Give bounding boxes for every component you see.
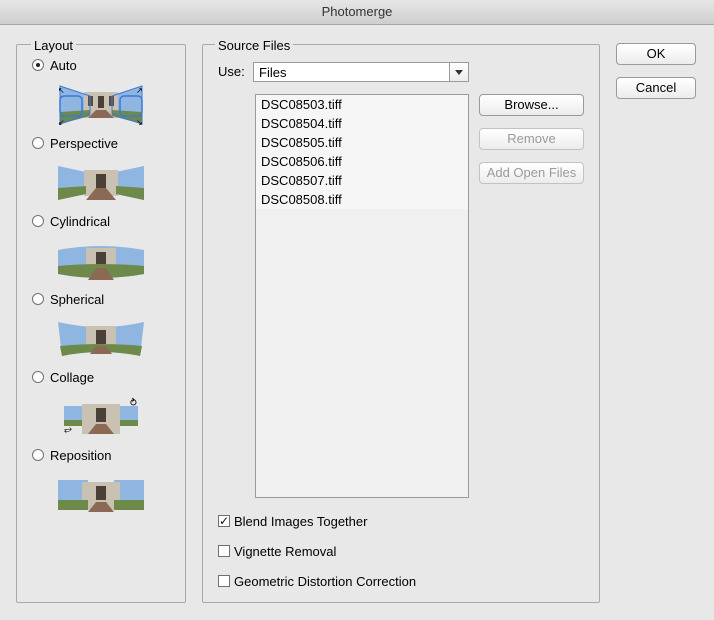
source-files-label: Source Files	[215, 38, 294, 53]
list-item[interactable]: DSC08503.tiff	[256, 95, 468, 114]
reposition-layout-preview	[58, 480, 144, 512]
list-item[interactable]: DSC08506.tiff	[256, 152, 468, 171]
perspective-layout-preview	[58, 166, 144, 200]
browse-button[interactable]: Browse...	[479, 94, 584, 116]
window-title: Photomerge	[0, 0, 714, 25]
add-open-files-button[interactable]: Add Open Files	[479, 162, 584, 184]
list-item[interactable]: DSC08508.tiff	[256, 190, 468, 209]
collage-radio[interactable]	[32, 371, 44, 383]
geometric-distortion-label: Geometric Distortion Correction	[234, 574, 417, 589]
chevron-down-icon[interactable]	[449, 63, 468, 81]
blend-images-label: Blend Images Together	[234, 514, 368, 529]
reposition-label: Reposition	[50, 448, 112, 463]
spherical-layout-preview	[58, 322, 144, 356]
vignette-removal-label: Vignette Removal	[234, 544, 337, 559]
perspective-label: Perspective	[50, 136, 118, 151]
svg-text:↖: ↖	[58, 86, 65, 95]
collage-layout-preview: ⥁ ⥂	[64, 397, 138, 435]
file-list-items: DSC08503.tiff DSC08504.tiff DSC08505.tif…	[256, 95, 468, 209]
blend-images-checkbox[interactable]	[218, 513, 230, 529]
spherical-label: Spherical	[50, 292, 105, 307]
ok-button[interactable]: OK	[616, 43, 696, 65]
geometric-distortion-checkbox[interactable]	[218, 575, 230, 587]
auto-label: Auto	[50, 58, 77, 73]
cylindrical-label: Cylindrical	[50, 214, 110, 229]
auto-layout-preview: ↖ ↗ ↙ ↘	[58, 85, 143, 126]
cylindrical-radio[interactable]	[32, 215, 44, 227]
layout-group-label: Layout	[31, 38, 77, 53]
file-list[interactable]: DSC08503.tiff DSC08504.tiff DSC08505.tif…	[255, 94, 469, 498]
vignette-removal-checkbox[interactable]	[218, 545, 230, 557]
reposition-radio[interactable]	[32, 449, 44, 461]
list-item[interactable]: DSC08507.tiff	[256, 171, 468, 190]
cancel-button[interactable]: Cancel	[616, 77, 696, 99]
svg-text:⥂: ⥂	[64, 424, 72, 435]
collage-label: Collage	[50, 370, 95, 385]
spherical-radio[interactable]	[32, 293, 44, 305]
use-select-value: Files	[259, 65, 287, 80]
list-item[interactable]: DSC08504.tiff	[256, 114, 468, 133]
svg-text:↙: ↙	[58, 118, 65, 126]
remove-button[interactable]: Remove	[479, 128, 584, 150]
use-select[interactable]: Files	[253, 62, 469, 82]
svg-text:⥁: ⥁	[130, 397, 137, 409]
list-item[interactable]: DSC08505.tiff	[256, 133, 468, 152]
photomerge-dialog: Photomerge Layout Auto ↖ ↗ ↙ ↘ Perspecti…	[0, 0, 714, 620]
auto-radio[interactable]	[32, 59, 44, 71]
perspective-radio[interactable]	[32, 137, 44, 149]
cylindrical-layout-preview	[58, 246, 144, 280]
svg-text:↗: ↗	[136, 86, 143, 95]
svg-text:↘: ↘	[136, 118, 143, 126]
use-label: Use:	[218, 64, 245, 79]
